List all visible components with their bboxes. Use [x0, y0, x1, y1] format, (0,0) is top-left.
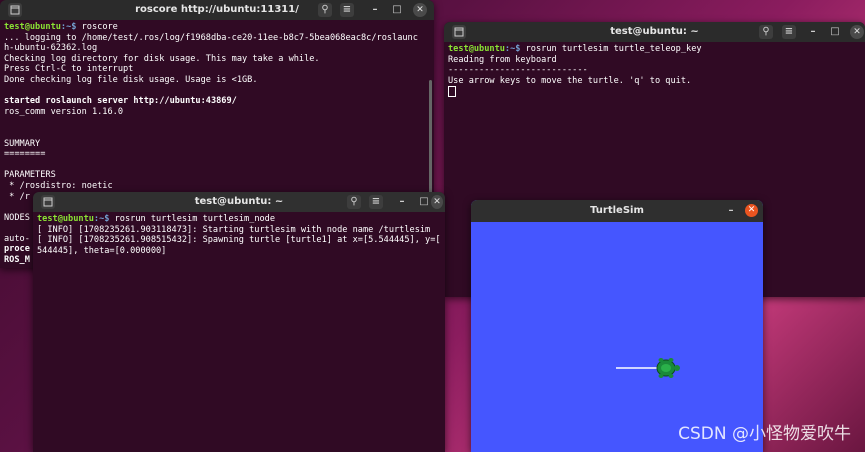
output-line: ========: [4, 149, 46, 160]
output-line: Use arrow keys to move the turtle. 'q' t…: [448, 75, 692, 86]
close-icon[interactable]: ✕: [431, 195, 443, 209]
titlebar[interactable]: roscore http://ubuntu:11311/ ⚲ ≡ – □ ✕: [0, 0, 434, 20]
titlebar[interactable]: TurtleSim – ✕: [471, 200, 763, 222]
output-line: ROS_M: [4, 255, 30, 266]
terminal-icon[interactable]: [452, 25, 466, 39]
output-line: proce: [4, 244, 30, 255]
terminal-output[interactable]: test@ubuntu:~$ rosrun turtlesim turtlesi…: [33, 212, 445, 258]
output-line: PARAMETERS: [4, 170, 56, 181]
minimize-icon[interactable]: –: [806, 25, 820, 39]
output-line: 544445], theta=[0.000000]: [37, 245, 167, 256]
window-title: test@ubuntu: ~: [610, 26, 699, 37]
close-icon[interactable]: ✕: [850, 25, 864, 39]
output-line: ros_comm version 1.16.0: [4, 106, 123, 117]
titlebar[interactable]: test@ubuntu: ~ ⚲ ≡ – □ ✕: [444, 22, 865, 42]
hamburger-menu-icon[interactable]: ≡: [340, 3, 354, 17]
prompt-user: test@ubuntu: [448, 44, 505, 54]
output-line: Press Ctrl-C to interrupt: [4, 64, 134, 75]
output-line: NODES: [4, 212, 30, 223]
prompt-path: :~$: [504, 44, 521, 54]
prompt-path: :~$: [60, 22, 77, 32]
output-line: ---------------------------: [448, 65, 588, 76]
csdn-watermark: CSDN @小怪物爱吹牛: [678, 424, 851, 444]
terminal-icon[interactable]: [8, 3, 22, 17]
command-text: rosrun turtlesim turtlesim_node: [109, 214, 276, 224]
window-title: TurtleSim: [590, 205, 644, 216]
output-line: h-ubuntu-62362.log: [4, 43, 98, 54]
close-icon[interactable]: ✕: [745, 204, 758, 217]
maximize-icon[interactable]: □: [828, 25, 842, 39]
maximize-icon[interactable]: □: [390, 3, 404, 17]
prompt-user: test@ubuntu: [4, 22, 61, 32]
window-title: test@ubuntu: ~: [194, 196, 284, 207]
output-line: started roslaunch server http://ubuntu:4…: [4, 96, 237, 107]
text-cursor: [448, 86, 456, 98]
command-text: rosrun turtlesim turtle_teleop_key: [520, 44, 702, 54]
turtle-drawing: [616, 358, 680, 378]
maximize-icon[interactable]: □: [417, 195, 431, 209]
titlebar[interactable]: test@ubuntu: ~ ⚲ ≡ – □ ✕: [33, 192, 445, 212]
minimize-icon[interactable]: –: [724, 204, 738, 218]
prompt-path: :~$: [93, 214, 110, 224]
output-line: SUMMARY: [4, 138, 41, 149]
hamburger-menu-icon[interactable]: ≡: [782, 25, 796, 39]
output-line: * /r: [4, 191, 30, 202]
output-line: Reading from keyboard: [448, 54, 557, 65]
search-icon[interactable]: ⚲: [347, 195, 361, 209]
turtlesim-node-terminal-window[interactable]: test@ubuntu: ~ ⚲ ≡ – □ ✕ test@ubuntu:~$ …: [33, 192, 445, 452]
output-line: [ INFO] [1708235261.903118473]: Starting…: [37, 224, 431, 235]
terminal-output[interactable]: test@ubuntu:~$ rosrun turtlesim turtle_t…: [444, 42, 865, 102]
turtlesim-window[interactable]: TurtleSim – ✕: [471, 200, 763, 452]
output-line: ... logging to /home/test/.ros/log/f1968…: [4, 32, 418, 43]
output-line: [ INFO] [1708235261.908515432]: Spawning…: [37, 235, 441, 246]
search-icon[interactable]: ⚲: [318, 3, 332, 17]
output-line: Done checking log file disk usage. Usage…: [4, 74, 258, 85]
prompt-user: test@ubuntu: [37, 214, 94, 224]
output-line: * /rosdistro: noetic: [4, 180, 113, 191]
turtlesim-canvas: [471, 222, 763, 452]
terminal-icon[interactable]: [41, 195, 55, 209]
output-line: auto-: [4, 233, 30, 244]
hamburger-menu-icon[interactable]: ≡: [369, 195, 383, 209]
minimize-icon[interactable]: –: [395, 195, 409, 209]
command-text: roscore: [76, 22, 118, 32]
turtle-icon: [656, 358, 680, 378]
minimize-icon[interactable]: –: [368, 3, 382, 17]
output-line: Checking log directory for disk usage. T…: [4, 53, 320, 64]
search-icon[interactable]: ⚲: [759, 25, 773, 39]
close-icon[interactable]: ✕: [413, 3, 427, 17]
